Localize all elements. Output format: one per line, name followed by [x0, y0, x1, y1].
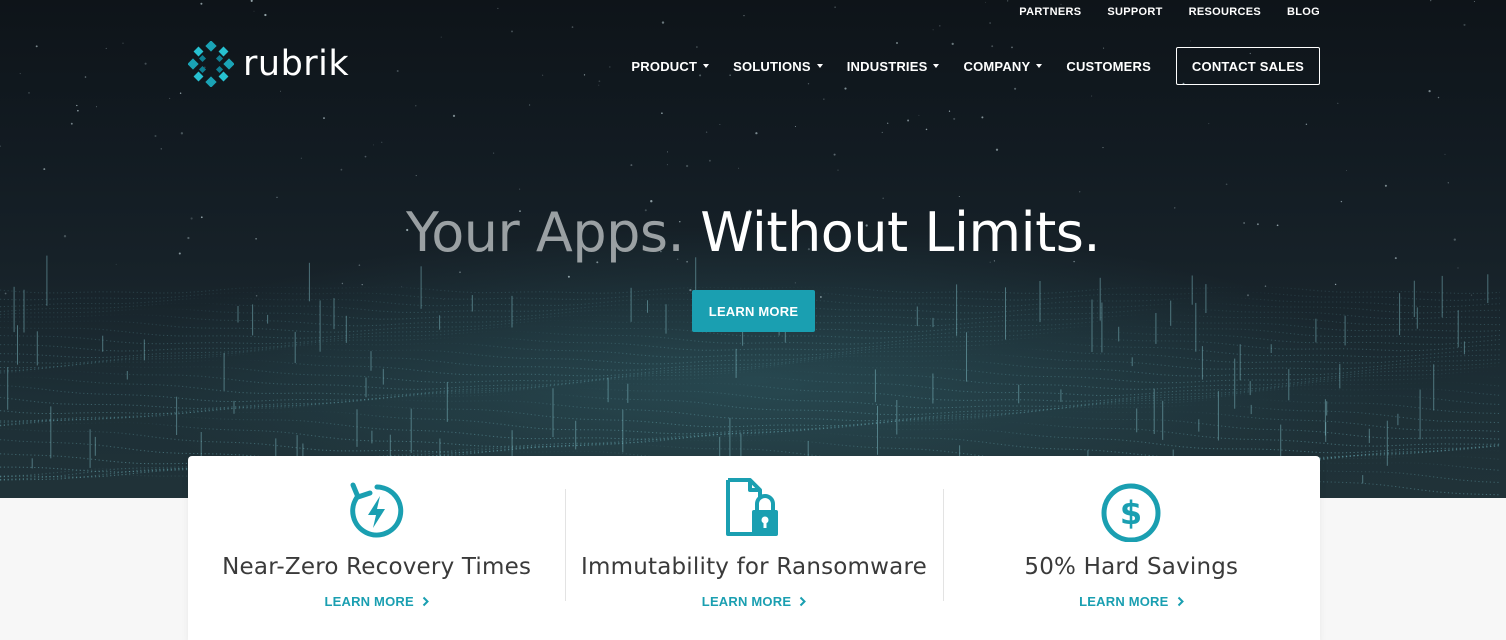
learn-more-label: LEARN MORE: [324, 594, 414, 609]
rubrik-logo-mark-icon: [188, 41, 234, 87]
chevron-right-icon: [799, 596, 807, 607]
feature-immutability: Immutability for Ransomware LEARN MORE: [565, 456, 942, 640]
headline-part-1: Your Apps.: [405, 201, 685, 264]
feature-savings: $ 50% Hard Savings LEARN MORE: [942, 456, 1320, 640]
svg-text:$: $: [1120, 494, 1142, 532]
nav-item-label: PRODUCT: [631, 58, 698, 74]
chevron-right-icon: [422, 596, 429, 607]
nav-item-customers[interactable]: CUSTOMERS: [1066, 59, 1151, 74]
feature-learn-more-link[interactable]: LEARN MORE: [188, 594, 565, 609]
caret-down-icon: [933, 64, 940, 68]
nav-item-product[interactable]: PRODUCT: [631, 58, 710, 74]
feature-title: Immutability for Ransomware: [581, 554, 927, 580]
nav-item-industries[interactable]: INDUSTRIES: [847, 59, 940, 74]
locked-document-icon: [725, 478, 778, 536]
feature-panel: Near-Zero Recovery Times LEARN MORE Immu…: [188, 456, 1320, 640]
feature-recovery: Near-Zero Recovery Times LEARN MORE: [188, 456, 565, 640]
hero-learn-more-button[interactable]: LEARN MORE: [692, 290, 815, 332]
caret-down-icon: [1036, 64, 1043, 68]
caret-down-icon: [816, 64, 823, 68]
contact-sales-button[interactable]: CONTACT SALES: [1176, 47, 1320, 85]
utility-link-support[interactable]: SUPPORT: [1107, 6, 1162, 18]
utility-link-partners[interactable]: PARTNERS: [1019, 6, 1081, 18]
feature-learn-more-link[interactable]: LEARN MORE: [565, 594, 942, 609]
recovery-bolt-icon: [349, 482, 403, 538]
nav-item-label: CUSTOMERS: [1066, 58, 1151, 74]
main-nav: PRODUCT SOLUTIONS INDUSTRIES COMPANY CUS…: [631, 47, 1320, 85]
utility-link-blog[interactable]: BLOG: [1287, 6, 1320, 18]
chevron-right-icon: [1177, 596, 1184, 607]
headline-part-2: Without Limits.: [700, 201, 1101, 264]
nav-item-label: SOLUTIONS: [733, 58, 811, 74]
nav-item-label: COMPANY: [963, 58, 1031, 74]
utility-nav: PARTNERS SUPPORT RESOURCES BLOG: [1019, 6, 1320, 18]
rubrik-logo[interactable]: rubrik: [188, 41, 349, 87]
rubrik-wordmark: rubrik: [243, 43, 350, 84]
feature-title: Near-Zero Recovery Times: [222, 554, 532, 580]
feature-learn-more-link[interactable]: LEARN MORE: [943, 594, 1320, 609]
learn-more-label: LEARN MORE: [1079, 594, 1169, 609]
hero-section: PARTNERS SUPPORT RESOURCES BLOG rubrik P…: [0, 0, 1506, 498]
utility-link-resources[interactable]: RESOURCES: [1189, 6, 1261, 18]
caret-down-icon: [703, 64, 710, 68]
nav-item-label: INDUSTRIES: [846, 58, 928, 74]
nav-item-solutions[interactable]: SOLUTIONS: [733, 59, 823, 74]
dollar-circle-icon: $: [1101, 483, 1161, 542]
nav-item-company[interactable]: COMPANY: [963, 58, 1043, 74]
learn-more-label: LEARN MORE: [701, 594, 792, 609]
hero-headline: Your Apps. Without Limits.: [0, 200, 1506, 266]
feature-title: 50% Hard Savings: [1024, 554, 1239, 580]
